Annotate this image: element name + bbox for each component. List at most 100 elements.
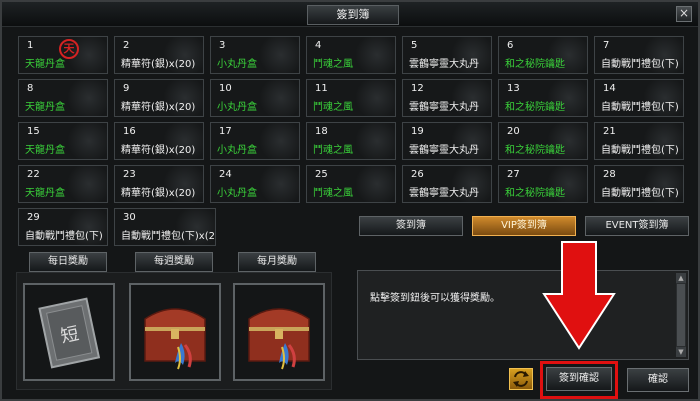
refresh-icon [513,371,529,387]
day-cell[interactable]: 19 雲鶴寧靈大丸丹 [402,122,492,160]
day-cell[interactable]: 11 鬥魂之風 [306,79,396,117]
day-cell[interactable]: 20 和之秘院鑰匙 [498,122,588,160]
sign-in-window: 簽到簿 × 1 天龍丹盒天 2 精華符(銀)x(20) 3 小丸丹盒 4 鬥魂之風 5 雲鶴寧靈大… [0,0,700,401]
day-number: 3 [219,40,226,51]
day-cell[interactable]: 29 自動戰鬥禮包(下) [18,208,108,246]
day-number: 15 [27,126,40,137]
day-number: 9 [123,83,130,94]
day-cell[interactable]: 5 雲鶴寧靈大丸丹 [402,36,492,74]
scrollbar[interactable]: ▲ ▼ [676,273,686,357]
day-cell[interactable]: 17 小丸丹盒 [210,122,300,160]
day-reward-name: 雲鶴寧靈大丸丹 [409,59,479,70]
window-title: 簽到簿 [307,5,399,25]
day-cell[interactable]: 18 鬥魂之風 [306,122,396,160]
daily-reward-slot[interactable]: 短 [23,283,115,381]
day-reward-name: 雲鶴寧靈大丸丹 [409,145,479,156]
day-cell[interactable]: 6 和之秘院鑰匙 [498,36,588,74]
scroll-thumb[interactable] [677,284,685,346]
day-reward-name: 自動戰鬥禮包(下) [601,145,679,156]
refresh-button[interactable] [509,368,533,390]
watermark-emblem-icon [355,166,395,202]
day-number: 20 [507,126,520,137]
watermark-emblem-icon [67,80,107,116]
day-number: 18 [315,126,328,137]
day-number: 23 [123,169,136,180]
day-cell[interactable]: 12 雲鶴寧靈大丸丹 [402,79,492,117]
day-number: 30 [123,212,136,223]
day-number: 11 [315,83,328,94]
day-number: 27 [507,169,520,180]
info-text: 點擊簽到鈕後可以獲得獎勵。 [370,293,500,304]
day-cell[interactable]: 8 天龍丹盒 [18,79,108,117]
day-number: 19 [411,126,424,137]
day-cell[interactable]: 7 自動戰鬥禮包(下) [594,36,684,74]
day-reward-name: 小丸丹盒 [217,59,257,70]
scroll-up-arrow-icon[interactable]: ▲ [676,273,686,283]
day-number: 5 [411,40,418,51]
day-number: 1 [27,40,34,51]
day-grid: 1 天龍丹盒天 2 精華符(銀)x(20) 3 小丸丹盒 4 鬥魂之風 5 雲鶴寧靈大丸丹 6 和之秘… [18,36,690,246]
weekly-reward-slot[interactable] [129,283,221,381]
treasure-chest-icon [235,285,323,379]
day-number: 24 [219,169,232,180]
day-cell[interactable]: 13 和之秘院鑰匙 [498,79,588,117]
day-cell[interactable]: 25 鬥魂之風 [306,165,396,203]
day-number: 14 [603,83,616,94]
watermark-emblem-icon [355,80,395,116]
day-cell[interactable]: 28 自動戰鬥禮包(下) [594,165,684,203]
claimed-stamp-icon: 天 [59,39,79,59]
day-number: 16 [123,126,136,137]
day-cell[interactable]: 1 天龍丹盒天 [18,36,108,74]
day-reward-name: 雲鶴寧靈大丸丹 [409,102,479,113]
day-cell[interactable]: 23 精華符(銀)x(20) [114,165,204,203]
reward-panel: 短 [16,272,332,390]
day-cell[interactable]: 3 小丸丹盒 [210,36,300,74]
day-reward-name: 自動戰鬥禮包(下) [25,231,103,242]
day-reward-name: 和之秘院鑰匙 [505,145,565,156]
day-cell[interactable]: 9 精華符(銀)x(20) [114,79,204,117]
day-number: 2 [123,40,130,51]
confirm-button[interactable]: 確認 [627,368,689,392]
watermark-emblem-icon [259,37,299,73]
day-reward-name: 和之秘院鑰匙 [505,188,565,199]
watermark-emblem-icon [67,166,107,202]
monthly-reward-slot[interactable] [233,283,325,381]
confirm-checkin-button[interactable]: 簽到確認 [546,367,612,391]
watermark-emblem-icon [259,80,299,116]
day-reward-name: 自動戰鬥禮包(下)x(2) [121,231,216,242]
watermark-emblem-icon [259,123,299,159]
tab-sign-in[interactable]: 簽到簿 [359,216,463,236]
day-number: 10 [219,83,232,94]
close-button[interactable]: × [676,6,692,22]
day-reward-name: 鬥魂之風 [313,145,353,156]
day-cell[interactable]: 27 和之秘院鑰匙 [498,165,588,203]
monthly-reward-label: 每月獎勵 [238,252,316,272]
day-cell[interactable]: 2 精華符(銀)x(20) [114,36,204,74]
info-box: 點擊簽到鈕後可以獲得獎勵。 ▲ ▼ [357,270,689,360]
day-cell[interactable]: 30 自動戰鬥禮包(下)x(2) [114,208,216,246]
day-number: 17 [219,126,232,137]
day-cell[interactable]: 14 自動戰鬥禮包(下) [594,79,684,117]
day-cell[interactable]: 21 自動戰鬥禮包(下) [594,122,684,160]
day-cell[interactable]: 4 鬥魂之風 [306,36,396,74]
day-number: 22 [27,169,40,180]
day-cell[interactable]: 16 精華符(銀)x(20) [114,122,204,160]
day-reward-name: 精華符(銀)x(20) [121,188,196,199]
day-reward-name: 自動戰鬥禮包(下) [601,188,679,199]
weekly-reward-label: 每週獎勵 [135,252,213,272]
day-number: 25 [315,169,328,180]
scroll-down-arrow-icon[interactable]: ▼ [676,347,686,357]
day-cell[interactable]: 10 小丸丹盒 [210,79,300,117]
watermark-emblem-icon [355,123,395,159]
day-number: 7 [603,40,610,51]
day-cell[interactable]: 24 小丸丹盒 [210,165,300,203]
day-reward-name: 鬥魂之風 [313,188,353,199]
watermark-emblem-icon [259,166,299,202]
day-number: 12 [411,83,424,94]
day-cell[interactable]: 26 雲鶴寧靈大丸丹 [402,165,492,203]
tab-event-sign-in[interactable]: EVENT簽到簿 [585,216,689,236]
day-reward-name: 鬥魂之風 [313,102,353,113]
day-cell[interactable]: 22 天龍丹盒 [18,165,108,203]
tab-vip-sign-in[interactable]: VIP簽到簿 [472,216,576,236]
day-cell[interactable]: 15 天龍丹盒 [18,122,108,160]
